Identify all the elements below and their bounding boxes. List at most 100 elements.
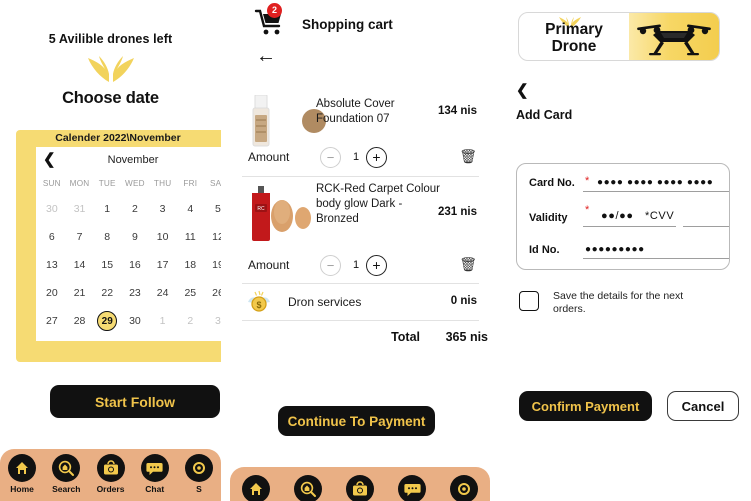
calendar-day-grid[interactable]: 30 31 1 2 3 4 5 6 7 8 9 10 11 12 13 14 15 16 17 18 19 20 21 22 2… — [36, 195, 221, 335]
start-follow-button[interactable]: Start Follow — [50, 385, 220, 418]
calendar-day[interactable]: 15 — [93, 251, 121, 279]
cart-item-quantity: 1 — [352, 151, 360, 163]
id-no-input[interactable]: ●●●●●●●●● — [585, 244, 645, 255]
drone-service-label: Dron services — [288, 295, 362, 309]
calendar-day[interactable]: 12 — [204, 223, 221, 251]
amount-label: Amount — [248, 258, 290, 272]
nav-item-orders[interactable]: Orders — [88, 454, 132, 494]
calendar-day[interactable]: 30 — [121, 307, 149, 335]
nav-item-label: Home — [10, 484, 34, 494]
continue-to-payment-button[interactable]: Continue To Payment — [278, 406, 435, 436]
cart-item-price: 231 nis — [438, 206, 477, 218]
nav-item-orders[interactable] — [334, 475, 386, 501]
nav-item-s[interactable]: S — [177, 454, 221, 494]
calendar-weekday: THU — [153, 179, 172, 188]
calendar-month-label: November — [107, 154, 159, 166]
calendar-day[interactable]: 11 — [176, 223, 204, 251]
calendar-day[interactable]: 2 — [176, 307, 204, 335]
calendar-day[interactable]: 9 — [121, 223, 149, 251]
shopping-cart-icon[interactable]: 2 — [252, 3, 288, 40]
calendar-day[interactable]: 8 — [93, 223, 121, 251]
calendar-day[interactable]: 2 — [121, 195, 149, 223]
calendar-day[interactable]: 16 — [121, 251, 149, 279]
nav-item-home[interactable]: Home — [0, 454, 44, 494]
nav-item-chat[interactable] — [386, 475, 438, 501]
calendar-day[interactable]: 26 — [204, 279, 221, 307]
save-details-checkbox[interactable] — [519, 291, 539, 311]
calendar-weekday: WED — [125, 179, 145, 188]
cart-item-quantity: 1 — [352, 259, 360, 271]
calendar-weekday-row: SUN MON TUE WED THU FRI SAT — [36, 173, 221, 195]
home-icon — [8, 454, 37, 482]
calendar-day[interactable]: 17 — [149, 251, 177, 279]
cart-badge-count: 2 — [267, 3, 282, 18]
calendar-day[interactable]: 28 — [66, 307, 94, 335]
chat-bubble-icon — [398, 475, 426, 501]
calendar-day[interactable]: 24 — [149, 279, 177, 307]
calendar-day[interactable]: 6 — [38, 223, 66, 251]
calendar-day[interactable]: 27 — [38, 307, 66, 335]
calendar-day[interactable]: 19 — [204, 251, 221, 279]
card-no-input[interactable]: ●●●● ●●●● ●●●● ●●●● — [597, 177, 713, 188]
calendar-day[interactable]: 3 — [149, 195, 177, 223]
svg-text:$: $ — [256, 300, 261, 310]
calendar-day-label: 29 — [97, 311, 118, 331]
cancel-button[interactable]: Cancel — [667, 391, 739, 421]
calendar-day[interactable]: 3 — [204, 307, 221, 335]
calendar-day[interactable]: 1 — [149, 307, 177, 335]
minus-icon[interactable]: − — [320, 255, 341, 276]
cart-item-name: Absolute Cover Foundation 07 — [316, 98, 395, 125]
nav-item-search[interactable] — [282, 475, 334, 501]
calendar-day[interactable]: 20 — [38, 279, 66, 307]
plus-icon[interactable]: + — [366, 255, 387, 276]
nav-item-search[interactable]: Search — [44, 454, 88, 494]
calendar-day[interactable]: 4 — [176, 195, 204, 223]
nav-item-s[interactable] — [438, 475, 490, 501]
calendar-day[interactable]: 18 — [176, 251, 204, 279]
orders-briefcase-icon — [346, 475, 374, 501]
chat-bubble-icon — [140, 454, 169, 482]
chevron-left-icon[interactable]: ❮ — [43, 151, 56, 169]
app-screenshot: 5 Avilible drones left Choose date Calen… — [0, 0, 751, 501]
calendar-day[interactable]: 14 — [66, 251, 94, 279]
confirm-payment-button[interactable]: Confirm Payment — [519, 391, 652, 421]
calendar-day[interactable]: 7 — [66, 223, 94, 251]
calendar-day[interactable]: 13 — [38, 251, 66, 279]
calendar-day[interactable]: 21 — [66, 279, 94, 307]
chevron-left-icon[interactable]: ❮ — [516, 83, 529, 98]
cvv-label[interactable]: *CVV — [645, 210, 674, 222]
drone-service-row: $ Dron services 0 nis — [242, 289, 479, 317]
trash-icon[interactable]: 🗑 — [459, 148, 477, 165]
calendar-day[interactable]: 22 — [93, 279, 121, 307]
nav-item-home[interactable] — [230, 475, 282, 501]
nav-item-chat[interactable]: Chat — [133, 454, 177, 494]
cvv-underline — [683, 226, 729, 227]
minus-icon[interactable]: − — [320, 147, 341, 168]
divider — [242, 320, 479, 321]
calendar-day-selected[interactable]: 29 — [93, 307, 121, 335]
bottom-navigation-bar[interactable] — [230, 467, 490, 501]
calendar-day[interactable]: 10 — [149, 223, 177, 251]
svg-text:RC: RC — [257, 206, 265, 212]
calendar-day[interactable]: 31 — [66, 195, 94, 223]
arrow-left-icon[interactable]: ← — [256, 46, 276, 66]
home-icon — [242, 475, 270, 501]
validity-input[interactable]: ●●/●● — [601, 210, 634, 222]
plus-icon[interactable]: + — [366, 147, 387, 168]
bottom-navigation-bar[interactable]: Home Search Orders Chat S — [0, 449, 221, 501]
calendar-day[interactable]: 5 — [204, 195, 221, 223]
calendar-day[interactable]: 25 — [176, 279, 204, 307]
logo-line-2: Drone — [551, 38, 597, 55]
total-value: 365 nis — [445, 330, 488, 344]
amount-label: Amount — [248, 150, 290, 164]
calendar-weekday: SUN — [42, 179, 61, 188]
calendar-day[interactable]: 30 — [38, 195, 66, 223]
settings-icon — [450, 475, 478, 501]
calendar-day[interactable]: 1 — [93, 195, 121, 223]
available-drones-text: 5 Avilible drones left — [48, 32, 173, 46]
logo-line-1: Primary — [545, 21, 603, 38]
card-no-required-asterisk: * — [585, 175, 590, 187]
calendar-day[interactable]: 23 — [121, 279, 149, 307]
trash-icon[interactable]: 🗑 — [459, 256, 477, 273]
foundation-bottle-image — [248, 94, 290, 152]
